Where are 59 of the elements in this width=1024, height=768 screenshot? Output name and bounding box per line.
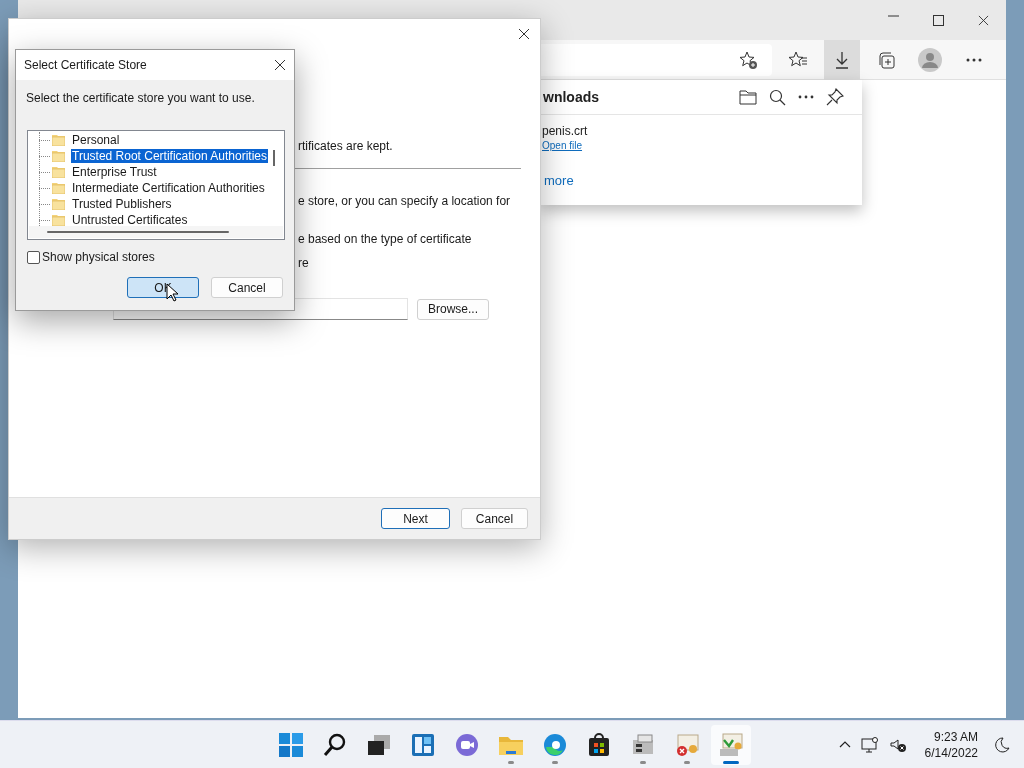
network-icon[interactable] xyxy=(860,736,879,753)
windows-start-icon[interactable] xyxy=(278,731,304,758)
browse-button[interactable]: Browse... xyxy=(417,298,489,320)
folder-icon xyxy=(52,214,65,226)
store-bag-icon[interactable] xyxy=(586,731,612,758)
tree-item[interactable]: Trusted Publishers xyxy=(71,197,173,211)
search-icon[interactable] xyxy=(769,88,786,106)
collections-icon[interactable] xyxy=(876,49,896,70)
tree-item[interactable]: Personal xyxy=(71,133,121,147)
widgets-icon[interactable] xyxy=(410,731,436,758)
prompt-text: Select the certificate store you want to use. xyxy=(26,91,256,105)
moon-icon[interactable] xyxy=(994,736,1010,753)
more-icon[interactable] xyxy=(966,57,982,62)
clock-time[interactable]: 9:23 AM xyxy=(933,728,978,745)
file-name: penis.crt xyxy=(542,124,589,138)
minimize-icon[interactable] xyxy=(888,14,899,17)
folder-icon[interactable] xyxy=(739,89,757,105)
dialog-title: Select Certificate Store xyxy=(24,58,147,72)
close-icon[interactable] xyxy=(518,28,530,40)
folder-icon xyxy=(52,134,65,146)
instruction-text: rtificates are kept. xyxy=(298,139,393,154)
search-icon[interactable] xyxy=(322,731,348,758)
see-more-link[interactable]: more xyxy=(544,173,574,188)
checkbox-label: Show physical stores xyxy=(42,250,155,264)
instruction-text: re xyxy=(298,256,309,271)
volume-muted-icon[interactable] xyxy=(888,736,907,753)
tree-item[interactable]: Trusted Root Certification Authorities xyxy=(71,149,268,163)
wizard-button[interactable]: Next xyxy=(381,508,450,529)
pin-icon[interactable] xyxy=(826,88,844,106)
chat-icon[interactable] xyxy=(454,731,480,758)
tree-item[interactable]: Intermediate Certification Authorities xyxy=(71,181,266,195)
add-favorite-icon[interactable] xyxy=(738,49,758,70)
folder-icon xyxy=(52,198,65,210)
dialog-button[interactable]: Cancel xyxy=(211,277,283,298)
open-file-link[interactable]: Open file xyxy=(542,140,583,151)
close-icon[interactable] xyxy=(274,59,286,71)
toolbar-button[interactable] xyxy=(824,39,860,80)
checkbox[interactable] xyxy=(27,250,40,264)
certificate-error-icon[interactable] xyxy=(674,731,700,758)
tree-item[interactable]: Enterprise Trust xyxy=(71,165,158,179)
favorites-icon[interactable] xyxy=(788,49,808,70)
tree-item[interactable]: Untrusted Certificates xyxy=(71,213,189,226)
close-icon[interactable] xyxy=(978,14,989,26)
wizard-button[interactable]: Cancel xyxy=(461,508,528,529)
avatar-icon[interactable] xyxy=(918,47,942,72)
browser-icon[interactable] xyxy=(542,731,568,758)
scroll-thumb[interactable] xyxy=(273,150,275,166)
folder-icon xyxy=(52,166,65,178)
instruction-text: e store, or you can specify a location for xyxy=(298,194,511,209)
folder-icon xyxy=(52,182,65,194)
chevron-up-icon[interactable] xyxy=(838,741,851,748)
clock-date[interactable]: 6/14/2022 xyxy=(924,744,978,761)
maximize-icon[interactable] xyxy=(933,14,944,26)
panel-title: wnloads xyxy=(543,89,599,105)
instruction-text: e based on the type of certificate xyxy=(298,232,472,247)
certificate-import-icon[interactable] xyxy=(718,731,744,758)
scroll-thumb[interactable] xyxy=(47,231,229,233)
folder-icon xyxy=(52,150,65,162)
more-icon[interactable] xyxy=(798,95,814,99)
